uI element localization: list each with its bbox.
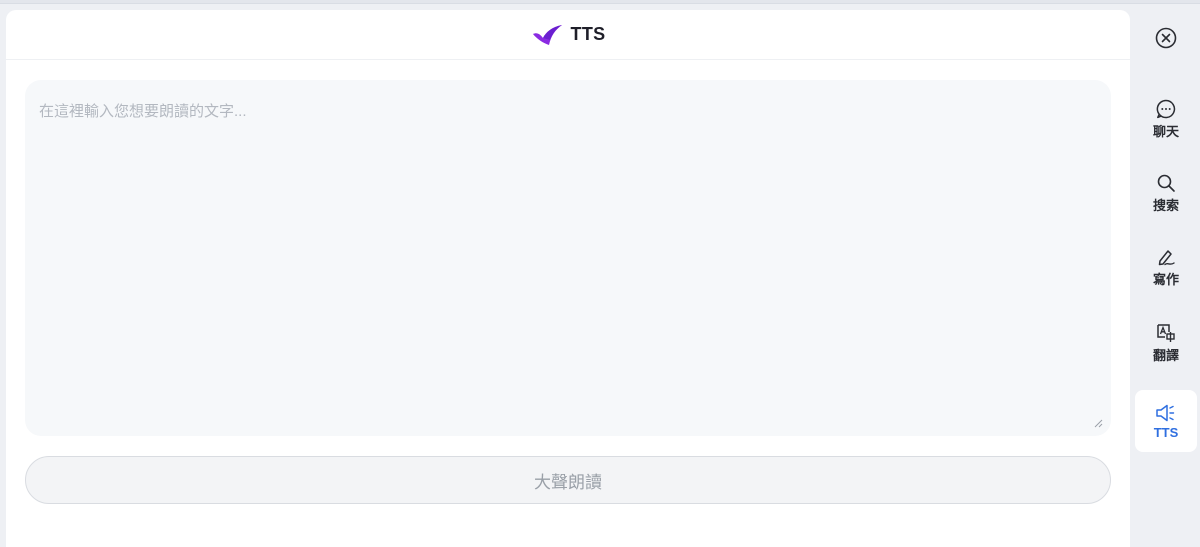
pen-icon (1158, 249, 1175, 265)
read-aloud-button[interactable]: 大聲朗讀 (25, 456, 1111, 504)
sidebar-item-label: 搜索 (1152, 197, 1179, 213)
resize-grip-icon[interactable] (1093, 418, 1103, 428)
sidebar-item-search[interactable]: 搜索 (1135, 162, 1197, 224)
search-icon (1157, 174, 1175, 192)
sidebar-item-translate[interactable]: 翻譯 (1135, 312, 1197, 374)
sidebar-item-tts[interactable]: TTS (1135, 390, 1197, 452)
translate-icon (1157, 323, 1175, 342)
close-button[interactable] (1153, 25, 1179, 51)
close-circle-icon (1155, 27, 1177, 49)
window-top-border (0, 0, 1200, 4)
chat-bubble-icon (1156, 99, 1176, 118)
speaker-icon (1156, 404, 1175, 421)
sidebar-item-label: 寫作 (1152, 271, 1179, 287)
text-input-area (25, 80, 1111, 436)
tts-text-input[interactable] (25, 80, 1111, 436)
sidebar-item-label: TTS (1153, 424, 1179, 440)
page-title: TTS (570, 24, 606, 44)
right-sidebar: 聊天 搜索 寫作 翻譯 TTS (1130, 10, 1200, 547)
sidebar-item-chat[interactable]: 聊天 (1135, 88, 1197, 150)
sidebar-item-label: 聊天 (1152, 123, 1179, 139)
bird-logo-icon (531, 23, 565, 47)
sidebar-item-write[interactable]: 寫作 (1135, 236, 1197, 298)
tts-panel: TTS 大聲朗讀 (6, 10, 1130, 547)
sidebar-item-label: 翻譯 (1152, 347, 1179, 363)
panel-header: TTS (6, 10, 1130, 60)
